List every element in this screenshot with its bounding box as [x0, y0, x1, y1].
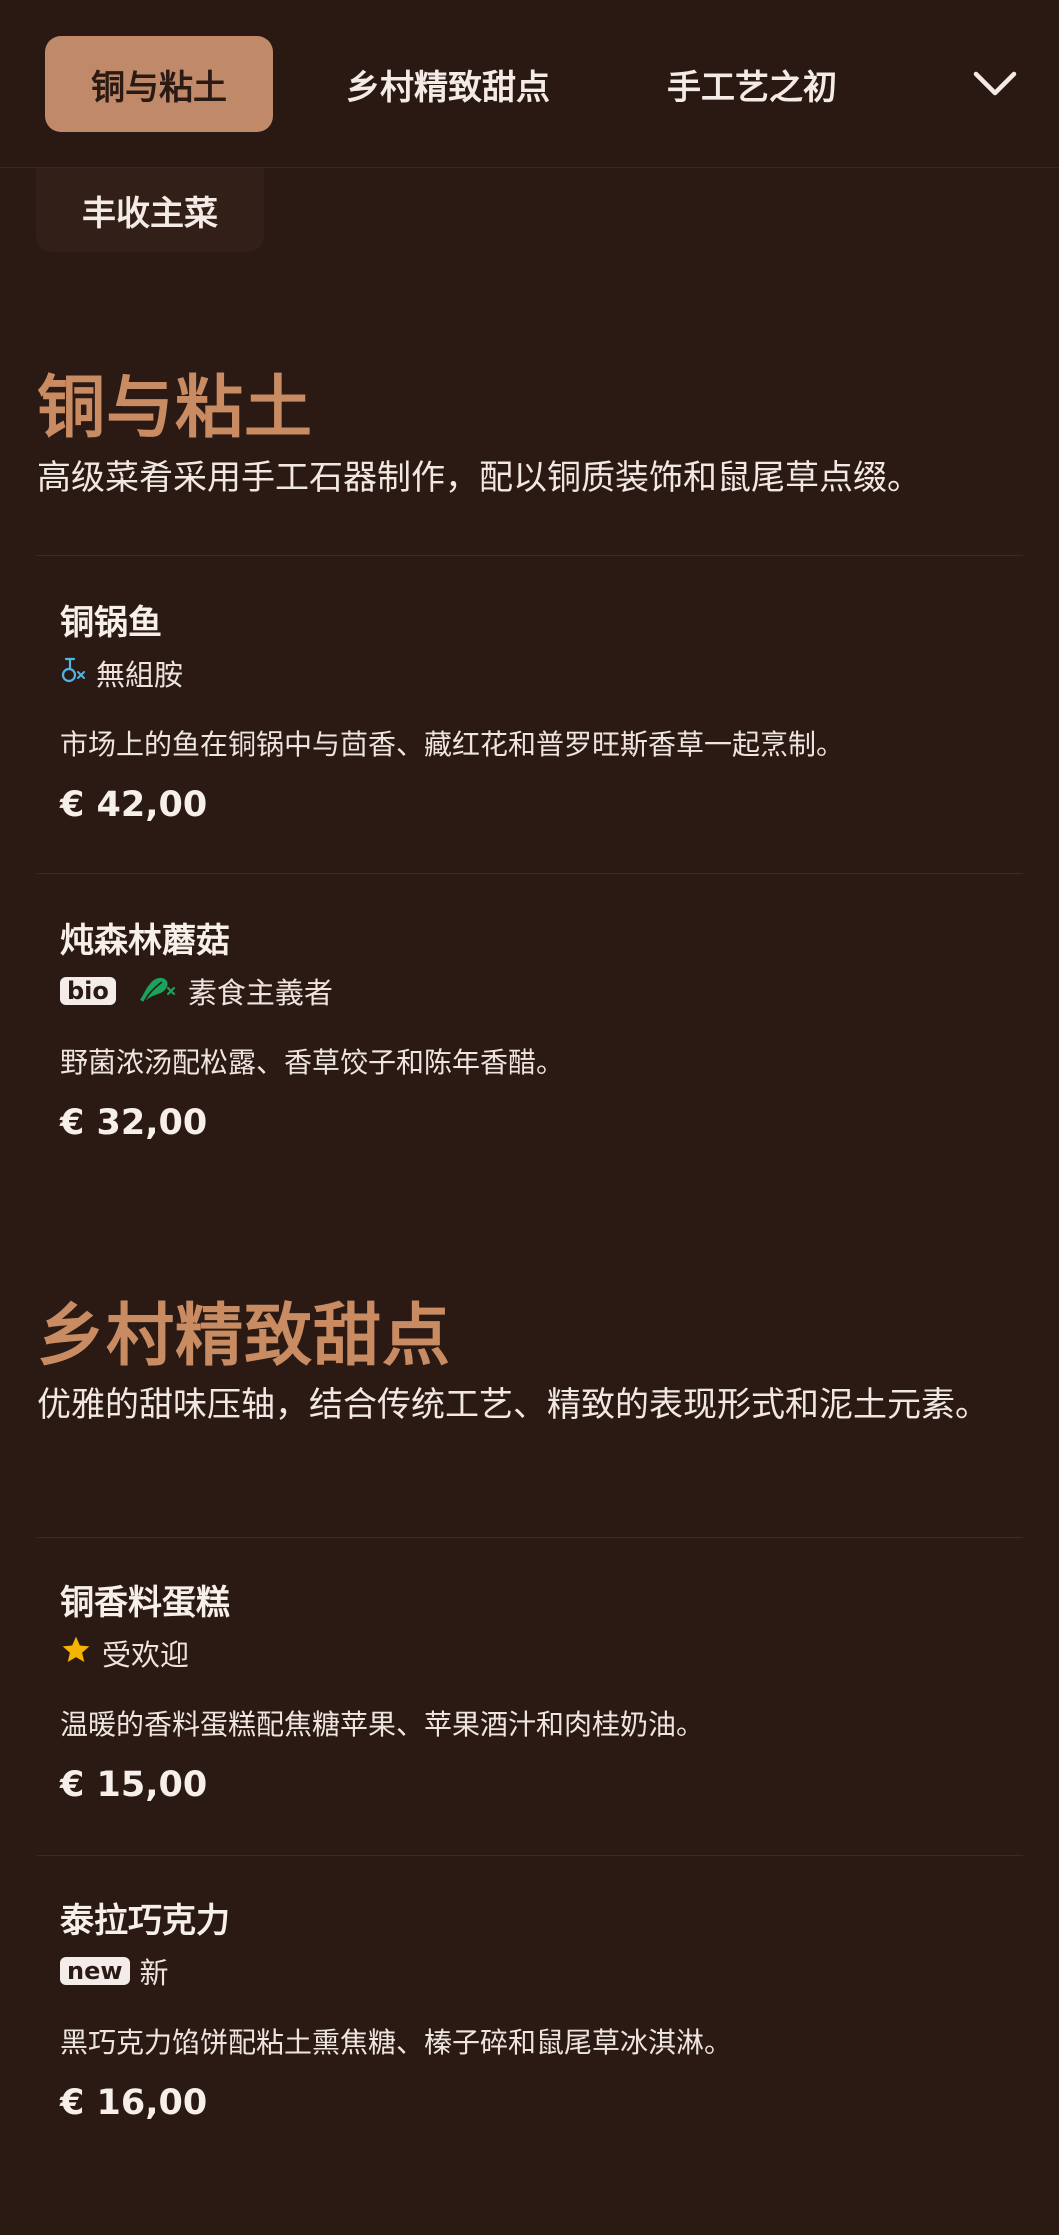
star-icon: [60, 1634, 92, 1673]
section-description: 高级菜肴采用手工石器制作，配以铜质装饰和鼠尾草点缀。: [37, 458, 921, 498]
menu-item[interactable]: 炖森林蘑菇 bio 素食主義者 野菌浓汤配松露、香草饺子和陈年香醋。 € 32,…: [60, 913, 1000, 1163]
badge-label: 受欢迎: [102, 1638, 190, 1672]
item-name: 炖森林蘑菇: [60, 921, 230, 961]
item-badges: 無組胺: [60, 653, 183, 693]
badge-label: 無組胺: [96, 658, 184, 692]
item-description: 黑巧克力馅饼配粘土熏焦糖、榛子碎和鼠尾草冰淇淋。: [60, 2026, 733, 2059]
vegan-icon: [136, 970, 178, 1013]
item-price: € 15,00: [60, 1765, 208, 1805]
section-description: 优雅的甜味压轴，结合传统工艺、精致的表现形式和泥土元素。: [37, 1385, 989, 1425]
item-description: 温暖的香料蛋糕配焦糖苹果、苹果酒汁和肉桂奶油。: [60, 1708, 705, 1741]
divider: [37, 873, 1023, 874]
item-name: 铜锅鱼: [60, 603, 162, 643]
menu-item[interactable]: 铜香料蛋糕 受欢迎 温暖的香料蛋糕配焦糖苹果、苹果酒汁和肉桂奶油。 € 15,0…: [60, 1575, 1000, 1825]
bio-badge: bio: [60, 977, 116, 1005]
badge-label: 素食主義者: [187, 976, 333, 1010]
item-name: 泰拉巧克力: [60, 1901, 230, 1941]
new-badge: new: [60, 1957, 130, 1985]
item-description: 野菌浓汤配松露、香草饺子和陈年香醋。: [60, 1046, 565, 1079]
divider: [37, 1855, 1023, 1856]
item-name: 铜香料蛋糕: [60, 1583, 230, 1623]
no-histamine-icon: [60, 655, 86, 692]
item-price: € 42,00: [60, 785, 208, 825]
menu-item[interactable]: 泰拉巧克力 new 新 黑巧克力馅饼配粘土熏焦糖、榛子碎和鼠尾草冰淇淋。 € 1…: [60, 1893, 1000, 2143]
item-badges: 受欢迎: [60, 1633, 189, 1673]
badge-label: 新: [139, 1956, 169, 1990]
section-title: 铜与粘土: [37, 369, 314, 448]
section-title: 乡村精致甜点: [37, 1297, 452, 1376]
item-price: € 16,00: [60, 2083, 208, 2123]
chevron-down-icon[interactable]: [973, 62, 1017, 106]
tab-copper-and-clay[interactable]: 铜与粘土: [45, 36, 273, 132]
item-price: € 32,00: [60, 1103, 208, 1143]
category-tab-bar: 铜与粘土 乡村精致甜点 手工艺之初: [0, 0, 1059, 168]
tab-harvest-mains[interactable]: 丰收主菜: [36, 168, 264, 252]
divider: [37, 1537, 1023, 1538]
tab-rustic-desserts[interactable]: 乡村精致甜点: [330, 36, 566, 132]
menu-item[interactable]: 铜锅鱼 無組胺 市场上的鱼在铜锅中与茴香、藏红花和普罗旺斯香草一起烹制。 € 4…: [60, 595, 1000, 845]
item-badges: new 新: [60, 1951, 169, 1991]
item-badges: bio 素食主義者: [60, 971, 333, 1011]
item-description: 市场上的鱼在铜锅中与茴香、藏红花和普罗旺斯香草一起烹制。: [60, 728, 845, 761]
divider: [37, 555, 1023, 556]
tab-craft-beginnings[interactable]: 手工艺之初: [652, 36, 852, 132]
